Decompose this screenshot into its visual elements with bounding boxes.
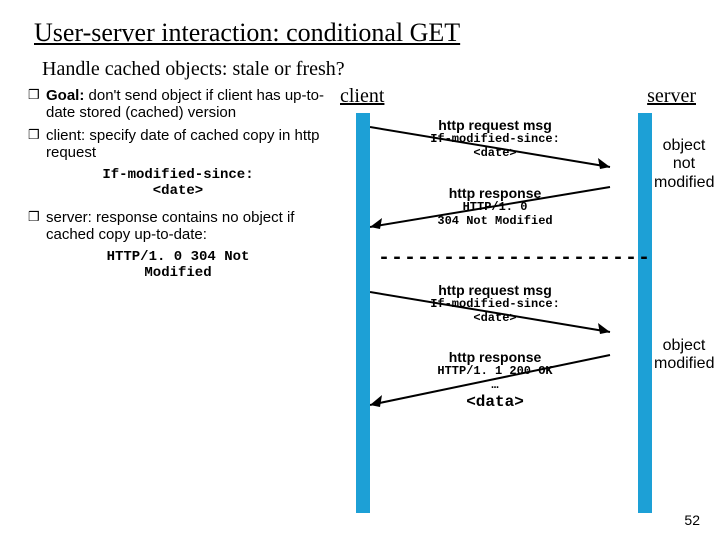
bullet-text: don't send object if client has up-to-da… (46, 87, 324, 121)
msg-line: <date> (400, 147, 590, 161)
msg-line: <date> (400, 312, 590, 326)
msg-title: http response (400, 185, 590, 201)
bullet-mark-icon: ❒ (28, 127, 46, 161)
page-number: 52 (684, 512, 700, 528)
slide-title: User-server interaction: conditional GET (0, 0, 720, 54)
msg-title: http response (400, 349, 590, 365)
bullet-item: ❒ Goal: don't send object if client has … (28, 87, 328, 121)
msg-line: If-modified-since: (400, 298, 590, 312)
server-header: server (647, 85, 696, 108)
bullet-item: ❒ client: specify date of cached copy in… (28, 127, 328, 161)
msg-title: http request msg (400, 282, 590, 298)
bullet-text: client: specify date of cached copy in h… (46, 127, 328, 161)
response-2-label: http response HTTP/1. 1 200 OK … <data> (400, 349, 590, 411)
bullet-list: ❒ Goal: don't send object if client has … (28, 87, 328, 291)
code-snippet: If-modified-since: <date> (28, 167, 328, 199)
bullet-mark-icon: ❒ (28, 209, 46, 243)
server-timeline (638, 113, 652, 513)
msg-title: http request msg (400, 117, 590, 133)
divider-dashes: --------------------- (378, 247, 651, 270)
client-header: client (340, 85, 384, 108)
client-timeline (356, 113, 370, 513)
slide-subtitle: Handle cached objects: stale or fresh? (0, 54, 720, 87)
response-1-label: http response HTTP/1. 0 304 Not Modified (400, 185, 590, 229)
bullet-text: server: response contains no object if c… (46, 209, 328, 243)
diagram-area: client server http request msg If-modifi… (328, 87, 710, 291)
msg-line: … (400, 379, 590, 393)
bullet-item: ❒ server: response contains no object if… (28, 209, 328, 243)
msg-line: HTTP/1. 0 (400, 201, 590, 215)
msg-line: If-modified-since: (400, 133, 590, 147)
msg-line: <data> (400, 393, 590, 411)
bullet-mark-icon: ❒ (28, 87, 46, 121)
msg-line: 304 Not Modified (400, 215, 590, 229)
msg-line: HTTP/1. 1 200 OK (400, 365, 590, 379)
side-label-modified: object modified (654, 337, 714, 374)
code-snippet: HTTP/1. 0 304 Not Modified (28, 249, 328, 281)
bullet-prefix: Goal: (46, 87, 84, 104)
side-label-not-modified: object not modified (654, 137, 714, 192)
request-1-label: http request msg If-modified-since: <dat… (400, 117, 590, 161)
request-2-label: http request msg If-modified-since: <dat… (400, 282, 590, 326)
